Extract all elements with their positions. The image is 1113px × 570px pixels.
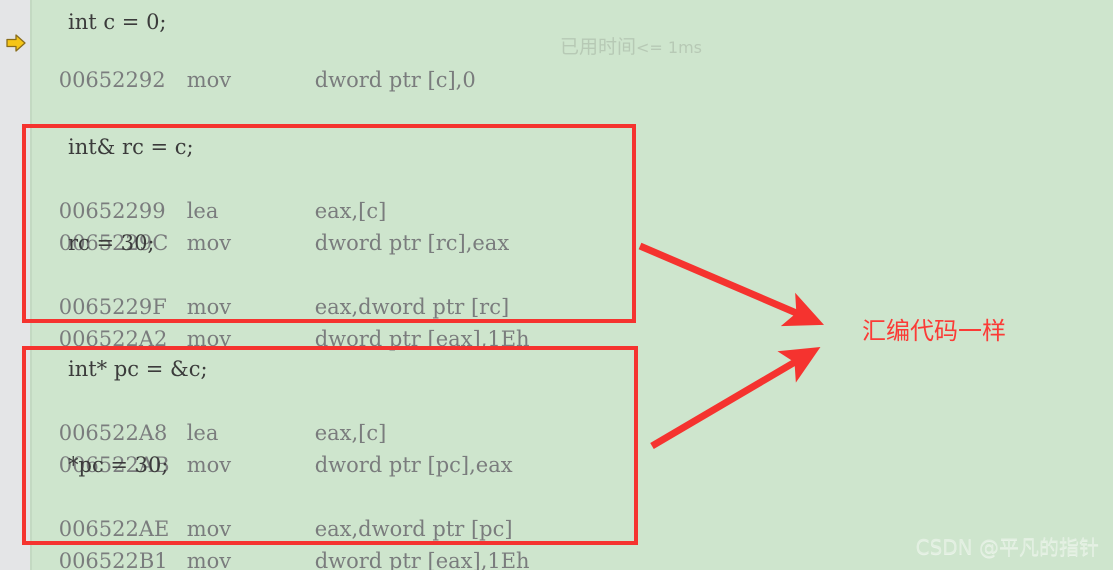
asm-mnemonic: mov <box>186 453 232 477</box>
source-line: rc = 30; <box>68 231 155 255</box>
source-line: int* pc = &c; <box>68 357 208 381</box>
asm-address: 006522A2 <box>58 327 168 351</box>
disassembly-window: int c = 0; 00652292 mov dword ptr [c],0 已用… <box>0 0 1113 570</box>
annotation-label: 汇编代码一样 <box>862 317 1006 345</box>
asm-operands: dword ptr [c],0 <box>314 68 476 92</box>
asm-mnemonic: mov <box>186 68 232 92</box>
asm-mnemonic: mov <box>186 549 232 570</box>
asm-line[interactable]: 00652299 lea eax,[c] <box>32 163 387 223</box>
asm-operands: dword ptr [eax],1Eh <box>314 549 530 570</box>
asm-address: 006522B1 <box>58 549 168 570</box>
elapsed-time-value: <= 1ms <box>636 38 703 57</box>
arrow-pointer-to-annotation <box>650 347 821 450</box>
arrow-reference-to-annotation <box>638 242 825 327</box>
asm-line-current[interactable]: 00652292 mov dword ptr [c],0 <box>32 32 476 92</box>
source-line: *pc = 30; <box>68 453 169 477</box>
elapsed-time-badge: 已用时间<= 1ms <box>560 32 702 59</box>
asm-line[interactable]: 006522A2 mov dword ptr [eax],1Eh <box>32 291 530 351</box>
asm-line[interactable]: 006522B1 mov dword ptr [eax],1Eh <box>32 513 530 570</box>
source-line: int& rc = c; <box>68 135 194 159</box>
elapsed-time-label: 已用时间 <box>560 36 637 58</box>
asm-line[interactable]: 006522AE mov eax,dword ptr [pc] <box>32 481 513 541</box>
watermark: CSDN @平凡的指针 <box>915 535 1099 559</box>
asm-mnemonic: mov <box>186 231 232 255</box>
asm-operands: dword ptr [rc],eax <box>314 231 510 255</box>
asm-operands: dword ptr [eax],1Eh <box>314 327 530 351</box>
asm-line[interactable]: 0065229C mov dword ptr [rc],eax <box>32 195 509 255</box>
asm-line[interactable]: 006522AB mov dword ptr [pc],eax <box>32 417 513 477</box>
editor-gutter[interactable] <box>0 0 30 570</box>
execution-pointer-arrow-icon <box>6 34 26 52</box>
asm-line[interactable]: 006522A8 lea eax,[c] <box>32 385 387 445</box>
asm-line[interactable]: 0065229F mov eax,dword ptr [rc] <box>32 259 509 319</box>
asm-operands: dword ptr [pc],eax <box>314 453 513 477</box>
asm-mnemonic: mov <box>186 327 232 351</box>
asm-address: 00652292 <box>58 68 166 92</box>
